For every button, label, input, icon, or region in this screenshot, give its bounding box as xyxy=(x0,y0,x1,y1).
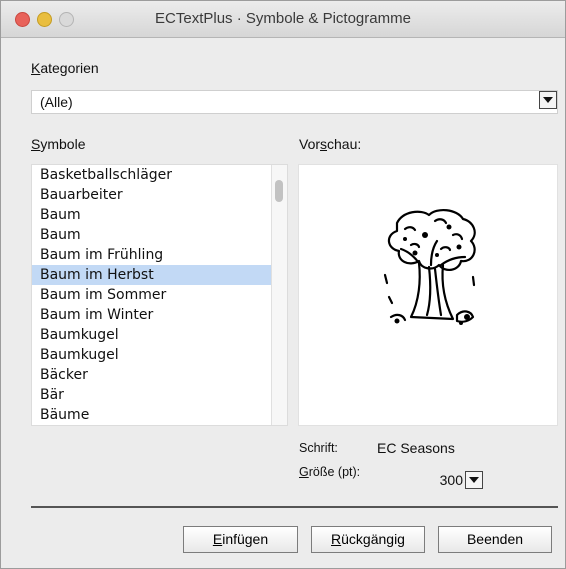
list-item[interactable]: Baum im Herbst xyxy=(32,265,272,285)
insert-button-mnemonic: E xyxy=(212,531,223,547)
list-item[interactable]: Baumkugel xyxy=(32,345,272,365)
size-dropdown-chevron-down-icon[interactable] xyxy=(465,471,483,489)
size-label-text: röße (pt): xyxy=(308,465,361,479)
list-item[interactable]: Bäume xyxy=(32,405,272,425)
symbols-label-text: ymbole xyxy=(40,136,86,152)
insert-button-label: infügen xyxy=(222,531,269,547)
categories-dropdown[interactable]: (Alle) xyxy=(31,90,558,114)
undo-button-mnemonic: R xyxy=(331,531,342,547)
insert-button[interactable]: Einfügen xyxy=(183,526,298,553)
size-label-mnemonic: G xyxy=(299,465,309,479)
chevron-down-icon[interactable] xyxy=(539,91,557,109)
symbols-list[interactable]: Basketballschläger Bauarbeiter Baum Baum… xyxy=(31,164,288,426)
categories-label-mnemonic: K xyxy=(31,60,41,76)
size-label: Größe (pt): xyxy=(299,465,360,479)
list-item[interactable]: Bär xyxy=(32,385,272,405)
list-item[interactable]: Baum xyxy=(32,225,272,245)
font-label: Schrift: xyxy=(299,441,338,455)
list-item[interactable]: Baum im Sommer xyxy=(32,285,272,305)
list-item[interactable]: Baum im Frühling xyxy=(32,245,272,265)
symbols-label: Symbole xyxy=(31,136,85,152)
categories-label-text: ategorien xyxy=(40,60,99,76)
list-item[interactable]: Baum xyxy=(32,205,272,225)
categories-selected-value: (Alle) xyxy=(40,94,73,110)
preview-label: Vorschau: xyxy=(299,136,361,152)
list-scrollbar[interactable] xyxy=(271,165,287,425)
preview-label-end: chau: xyxy=(327,136,362,152)
preview-label-mnemonic: s xyxy=(320,136,328,152)
list-item[interactable]: Baum im Winter xyxy=(32,305,272,325)
symbols-label-mnemonic: S xyxy=(31,136,41,152)
scrollbar-thumb[interactable] xyxy=(275,180,283,202)
separator xyxy=(31,506,558,508)
window-title: ECTextPlus · Symbole & Pictogramme xyxy=(155,10,411,27)
size-value[interactable]: 300 xyxy=(415,468,463,492)
dialog-window: ECTextPlus · Symbole & Pictogramme Kateg… xyxy=(0,0,566,569)
list-item[interactable]: Baumkugel xyxy=(32,325,272,345)
preview-label-start: Vor xyxy=(299,136,321,152)
undo-button[interactable]: Rückgängig xyxy=(311,526,425,553)
undo-button-label: ückgängig xyxy=(341,531,405,547)
title-bar[interactable]: ECTextPlus · Symbole & Pictogramme xyxy=(1,1,565,38)
list-item[interactable]: Bauarbeiter xyxy=(32,185,272,205)
autumn-tree-pictogram xyxy=(383,209,476,325)
categories-label: Kategorien xyxy=(31,60,99,76)
preview-pane xyxy=(298,164,558,426)
list-item[interactable]: Basketballschläger xyxy=(32,165,272,185)
font-value: EC Seasons xyxy=(377,440,455,456)
quit-button[interactable]: Beenden xyxy=(438,526,552,553)
list-item[interactable]: Bäcker xyxy=(32,365,272,385)
